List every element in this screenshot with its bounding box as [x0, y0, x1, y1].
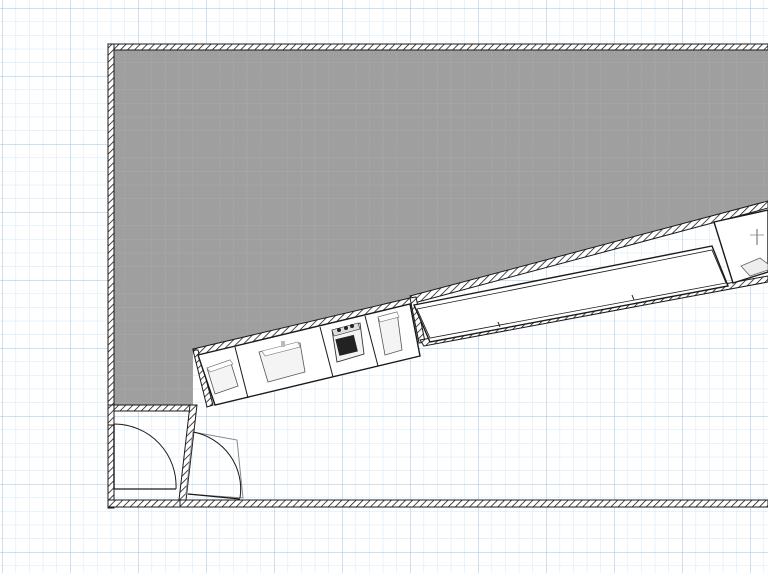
- wall-bottom-left[interactable]: [107, 499, 181, 508]
- wall-left-stub[interactable]: [107, 404, 115, 426]
- wall-top[interactable]: [107, 43, 768, 51]
- wall-inner-horizontal[interactable]: [112, 404, 196, 412]
- floor-plan-canvas[interactable]: [0, 0, 768, 573]
- faucet-icon: [281, 341, 285, 347]
- wall-bottom[interactable]: [179, 499, 768, 508]
- wall-left[interactable]: [107, 43, 115, 509]
